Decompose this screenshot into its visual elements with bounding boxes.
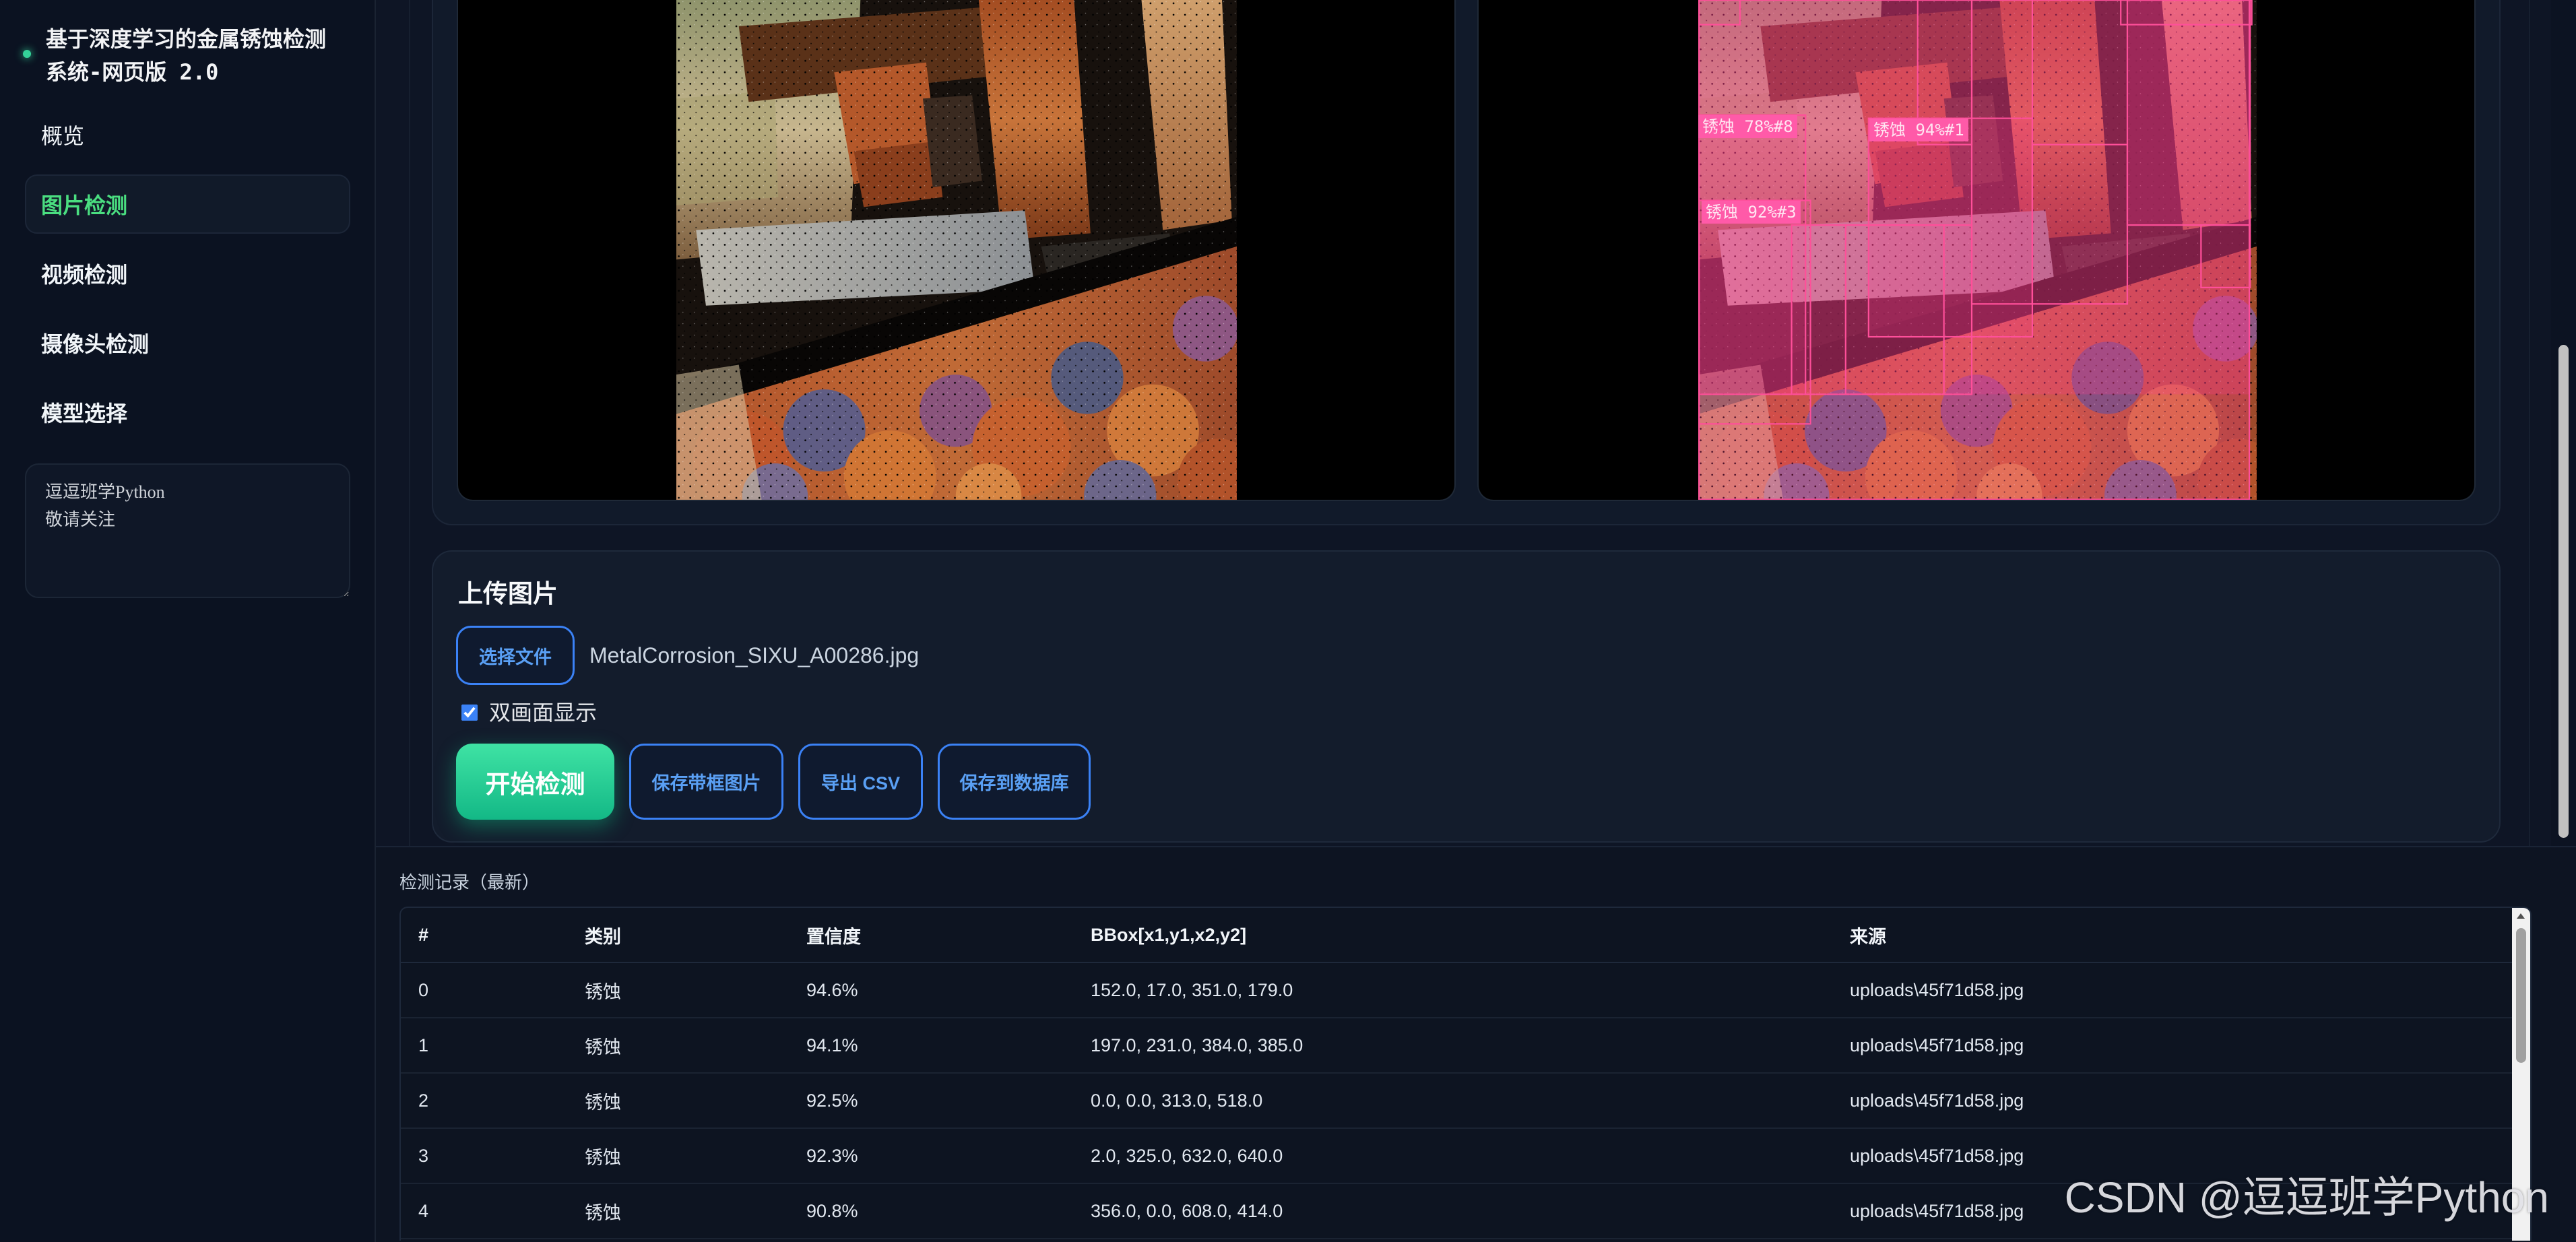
- detection-label: 锈蚀 78%#8: [1698, 115, 1797, 138]
- cell-index: 4: [401, 1183, 567, 1239]
- upload-title: 上传图片: [458, 580, 558, 608]
- detection-result-preview: 锈蚀 78%#8 锈蚀 94%#1 锈蚀 92%#3: [1698, 0, 2257, 500]
- cell-class: 锈蚀: [567, 1018, 789, 1074]
- cell-source: uploads\45f71d58.jpg: [1832, 1073, 2512, 1129]
- export-csv-button[interactable]: 导出 CSV: [798, 744, 923, 820]
- table-scrollbar-thumb[interactable]: [2516, 928, 2526, 1063]
- table-row[interactable]: 1 锈蚀 94.1% 197.0, 231.0, 384.0, 385.0 up…: [401, 1018, 2512, 1074]
- cell-index: 1: [401, 1018, 567, 1074]
- app-title: 基于深度学习的金属锈蚀检测系统-网页版 2.0: [46, 26, 327, 85]
- column-header: #: [401, 908, 567, 963]
- scroll-up-arrow-icon[interactable]: [2517, 913, 2525, 919]
- original-image-frame: [457, 0, 1456, 501]
- records-title: 检测记录（最新）: [399, 872, 540, 892]
- sidebar: 基于深度学习的金属锈蚀检测系统-网页版 2.0 概览 图片检测 视频检测 摄像头…: [0, 0, 376, 1242]
- watermark: CSDN @逗逗班学Python: [2064, 1173, 2549, 1222]
- table-header-row: # 类别 置信度 BBox[x1,y1,x2,y2] 来源: [401, 908, 2512, 963]
- cell-bbox: 356.0, 0.0, 608.0, 414.0: [1073, 1183, 1832, 1239]
- upload-card: 上传图片 选择文件 MetalCorrosion_SIXU_A00286.jpg…: [432, 550, 2501, 843]
- cell-confidence: 94.6%: [789, 962, 1073, 1018]
- choose-file-button[interactable]: 选择文件: [456, 626, 575, 685]
- sidebar-item-model-select[interactable]: 模型选择: [25, 383, 350, 442]
- cell-bbox: 0.0, 0.0, 313.0, 518.0: [1073, 1073, 1832, 1129]
- cell-source: uploads\45f71d58.jpg: [1832, 962, 2512, 1018]
- page-scrollbar-thumb[interactable]: [2558, 345, 2569, 838]
- column-header: BBox[x1,y1,x2,y2]: [1073, 908, 1832, 963]
- cell-class: 锈蚀: [567, 962, 789, 1018]
- status-dot-icon: [23, 50, 31, 58]
- cell-index: 2: [401, 1073, 567, 1129]
- detection-label: 锈蚀 92%#3: [1702, 201, 1801, 224]
- cell-class: 锈蚀: [567, 1073, 789, 1129]
- start-detection-button[interactable]: 开始检测: [456, 744, 614, 820]
- cell-index: 3: [401, 1128, 567, 1184]
- column-header: 类别: [567, 908, 789, 963]
- cell-class: 锈蚀: [567, 1128, 789, 1184]
- cell-confidence: 92.5%: [789, 1073, 1073, 1129]
- dual-view-checkbox[interactable]: [461, 705, 478, 721]
- notes-textarea[interactable]: 逗逗班学Python 敬请关注: [25, 463, 350, 598]
- selected-file-name: MetalCorrosion_SIXU_A00286.jpg: [589, 643, 920, 667]
- page-scrollbar[interactable]: [2551, 0, 2576, 846]
- sidebar-item-image-detection[interactable]: 图片检测: [25, 174, 350, 234]
- sidebar-nav: 概览 图片检测 视频检测 摄像头检测 模型选择: [25, 105, 350, 452]
- cell-bbox: 152.0, 17.0, 351.0, 179.0: [1073, 962, 1832, 1018]
- save-boxed-image-button[interactable]: 保存带框图片: [629, 744, 783, 820]
- cell-source: uploads\45f71d58.jpg: [1832, 1018, 2512, 1074]
- table-row[interactable]: 0 锈蚀 94.6% 152.0, 17.0, 351.0, 179.0 upl…: [401, 962, 2512, 1018]
- sidebar-item-camera-detection[interactable]: 摄像头检测: [25, 313, 350, 372]
- sidebar-item-overview[interactable]: 概览: [25, 105, 350, 164]
- cell-index: 0: [401, 962, 567, 1018]
- cell-confidence: 92.3%: [789, 1128, 1073, 1184]
- cell-confidence: 94.1%: [789, 1018, 1073, 1074]
- result-image-frame: 锈蚀 78%#8 锈蚀 94%#1 锈蚀 92%#3: [1477, 0, 2476, 501]
- column-header: 置信度: [789, 908, 1073, 963]
- sidebar-item-video-detection[interactable]: 视频检测: [25, 244, 350, 303]
- cell-bbox: 197.0, 231.0, 384.0, 385.0: [1073, 1018, 1832, 1074]
- cell-class: 锈蚀: [567, 1183, 789, 1239]
- table-row[interactable]: 2 锈蚀 92.5% 0.0, 0.0, 313.0, 518.0 upload…: [401, 1073, 2512, 1129]
- dual-view-label[interactable]: 双画面显示: [489, 699, 597, 726]
- save-to-database-button[interactable]: 保存到数据库: [938, 744, 1091, 820]
- original-image-preview: [676, 0, 1237, 501]
- cell-bbox: 2.0, 325.0, 632.0, 640.0: [1073, 1128, 1832, 1184]
- column-header: 来源: [1832, 908, 2512, 963]
- detection-label: 锈蚀 94%#1: [1869, 119, 1968, 141]
- cell-confidence: 90.8%: [789, 1183, 1073, 1239]
